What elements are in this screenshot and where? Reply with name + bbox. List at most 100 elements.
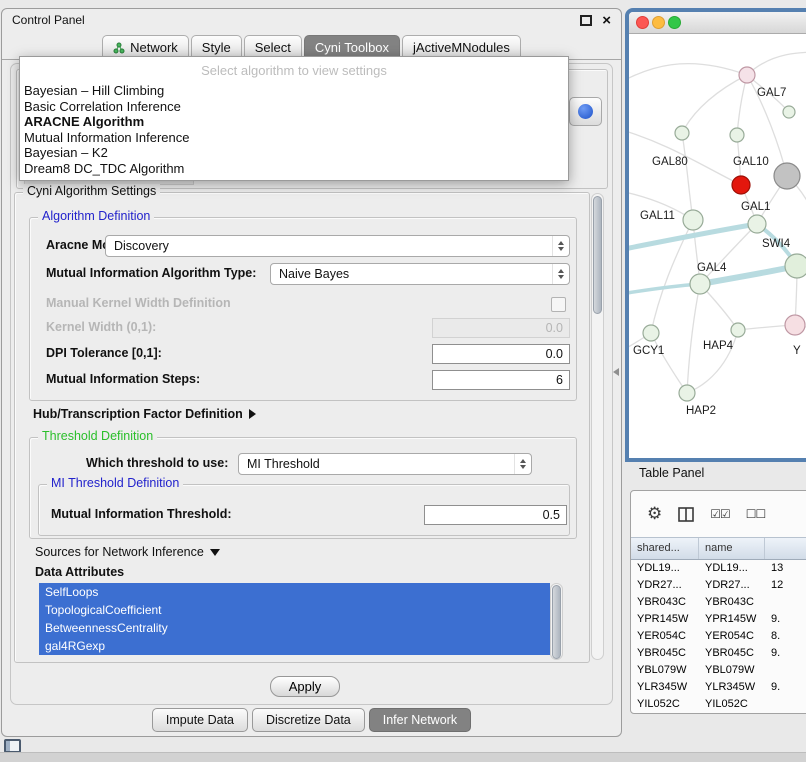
table-cell[interactable]: 12	[765, 577, 806, 594]
scrollbar-thumb[interactable]	[593, 196, 602, 314]
network-node[interactable]	[679, 385, 695, 401]
network-node[interactable]	[774, 163, 800, 189]
table-cell[interactable]: YPR145W	[631, 611, 699, 628]
dropdown-option[interactable]: Mutual Information Inference	[20, 130, 568, 146]
table-row[interactable]: YIL052CYIL052C	[631, 696, 806, 713]
table-row[interactable]: YER054CYER054C8.	[631, 628, 806, 645]
tab-infer-network[interactable]: Infer Network	[369, 708, 471, 732]
table-cell[interactable]: YIL052C	[631, 696, 699, 713]
table-row[interactable]: YBR043CYBR043C	[631, 594, 806, 611]
restore-panel-icon[interactable]	[4, 739, 21, 753]
float-window-icon[interactable]	[580, 15, 592, 26]
dropdown-option[interactable]: Dream8 DC_TDC Algorithm	[20, 161, 568, 177]
network-edge[interactable]	[651, 333, 687, 393]
manual-kernel-width-checkbox[interactable]	[551, 297, 566, 312]
dropdown-option[interactable]: ARACNE Algorithm	[20, 114, 568, 130]
tab-impute-data[interactable]: Impute Data	[152, 708, 248, 732]
table-row[interactable]: YBR045CYBR045C9.	[631, 645, 806, 662]
table-cell[interactable]: 9.	[765, 611, 806, 628]
dpi-tolerance-input[interactable]	[432, 344, 570, 364]
table-cell[interactable]: 8.	[765, 628, 806, 645]
table-cell[interactable]	[765, 662, 806, 679]
table-cell[interactable]: YLR345W	[699, 679, 765, 696]
table-cell[interactable]: 9.	[765, 645, 806, 662]
table-cell[interactable]: YPR145W	[699, 611, 765, 628]
attributes-scrollbar[interactable]	[550, 583, 563, 660]
attribute-item[interactable]: SelfLoops	[39, 583, 550, 601]
network-node[interactable]	[675, 126, 689, 140]
which-threshold-select[interactable]: MI Threshold	[238, 453, 532, 475]
table-row[interactable]: YPR145WYPR145W9.	[631, 611, 806, 628]
column-header-3[interactable]	[765, 538, 806, 559]
network-node[interactable]	[731, 323, 745, 337]
network-edge[interactable]	[682, 75, 747, 133]
table-panel-tab[interactable]: Table Panel	[631, 463, 712, 483]
deselect-all-checkboxes-icon[interactable]: ☐☐	[746, 507, 766, 521]
network-node[interactable]	[785, 315, 805, 335]
attribute-item[interactable]: TopologicalCoefficient	[39, 601, 550, 619]
scrollbar-thumb[interactable]	[552, 585, 561, 659]
minimize-traffic-light[interactable]	[652, 16, 665, 29]
table-cell[interactable]: 13	[765, 560, 806, 577]
network-node[interactable]	[690, 274, 710, 294]
network-canvas[interactable]: GAL7GAL80GAL10GAL11GAL1SWI4GAL4GCY1HAP4H…	[629, 34, 806, 458]
table-cell[interactable]: YBL079W	[699, 662, 765, 679]
mi-steps-input[interactable]	[432, 370, 570, 390]
table-cell[interactable]: YDL19...	[631, 560, 699, 577]
network-node[interactable]	[748, 215, 766, 233]
apply-button[interactable]: Apply	[270, 676, 340, 697]
table-row[interactable]: YBL079WYBL079W	[631, 662, 806, 679]
settings-scrollbar[interactable]	[591, 193, 604, 660]
network-node[interactable]	[683, 210, 703, 230]
table-cell[interactable]: 9.	[765, 679, 806, 696]
table-cell[interactable]: YLR345W	[631, 679, 699, 696]
dropdown-option[interactable]: Bayesian – K2	[20, 145, 568, 161]
close-traffic-light[interactable]	[636, 16, 649, 29]
sources-toggle[interactable]: Sources for Network Inference	[35, 545, 220, 559]
algorithm-info-button[interactable]	[569, 97, 602, 126]
table-cell[interactable]	[765, 696, 806, 713]
gear-icon[interactable]: ⚙	[647, 504, 662, 524]
dropdown-option[interactable]: Basic Correlation Inference	[20, 99, 568, 115]
aracne-mode-select[interactable]: Discovery	[105, 235, 570, 257]
table-cell[interactable]: YBR045C	[631, 645, 699, 662]
network-node[interactable]	[730, 128, 744, 142]
mi-algorithm-type-select[interactable]: Naive Bayes	[270, 263, 570, 285]
hub-definition-toggle[interactable]: Hub/Transcription Factor Definition	[33, 407, 256, 421]
table-cell[interactable]: YIL052C	[699, 696, 765, 713]
table-cell[interactable]: YBR043C	[631, 594, 699, 611]
attribute-item[interactable]: BetweennessCentrality	[39, 619, 550, 637]
table-cell[interactable]: YBL079W	[631, 662, 699, 679]
network-edge[interactable]	[687, 284, 700, 393]
table-row[interactable]: YLR345WYLR345W9.	[631, 679, 806, 696]
network-node[interactable]	[785, 254, 806, 278]
column-header-name[interactable]: name	[699, 538, 765, 559]
select-all-checkboxes-icon[interactable]: ☑☑	[710, 507, 730, 521]
attribute-item[interactable]: gal4RGexp	[39, 637, 550, 655]
table-cell[interactable]: YDR27...	[699, 577, 765, 594]
table-cell[interactable]: YER054C	[699, 628, 765, 645]
table-cell[interactable]: YBR045C	[699, 645, 765, 662]
network-node[interactable]	[739, 67, 755, 83]
network-edge[interactable]	[682, 133, 693, 220]
table-row[interactable]: YDL19...YDL19...13	[631, 560, 806, 577]
table-cell[interactable]: YBR043C	[699, 594, 765, 611]
table-cell[interactable]: YER054C	[631, 628, 699, 645]
table-cell[interactable]	[765, 594, 806, 611]
table-cell[interactable]: YDR27...	[631, 577, 699, 594]
table-row[interactable]: YDR27...YDR27...12	[631, 577, 806, 594]
tab-discretize-data[interactable]: Discretize Data	[252, 708, 365, 732]
table-cell[interactable]: YDL19...	[699, 560, 765, 577]
column-header-shared[interactable]: shared...	[631, 538, 699, 559]
network-node[interactable]	[732, 176, 750, 194]
network-edge[interactable]	[737, 75, 747, 135]
splitter-collapse-arrow[interactable]	[613, 368, 619, 376]
network-node[interactable]	[783, 106, 795, 118]
close-window-icon[interactable]: ×	[602, 13, 611, 28]
network-node[interactable]	[643, 325, 659, 341]
columns-icon[interactable]	[678, 507, 694, 522]
dropdown-option[interactable]: Bayesian – Hill Climbing	[20, 83, 568, 99]
zoom-traffic-light[interactable]	[668, 16, 681, 29]
mi-threshold-input[interactable]	[424, 505, 567, 525]
network-edge[interactable]	[747, 52, 806, 75]
